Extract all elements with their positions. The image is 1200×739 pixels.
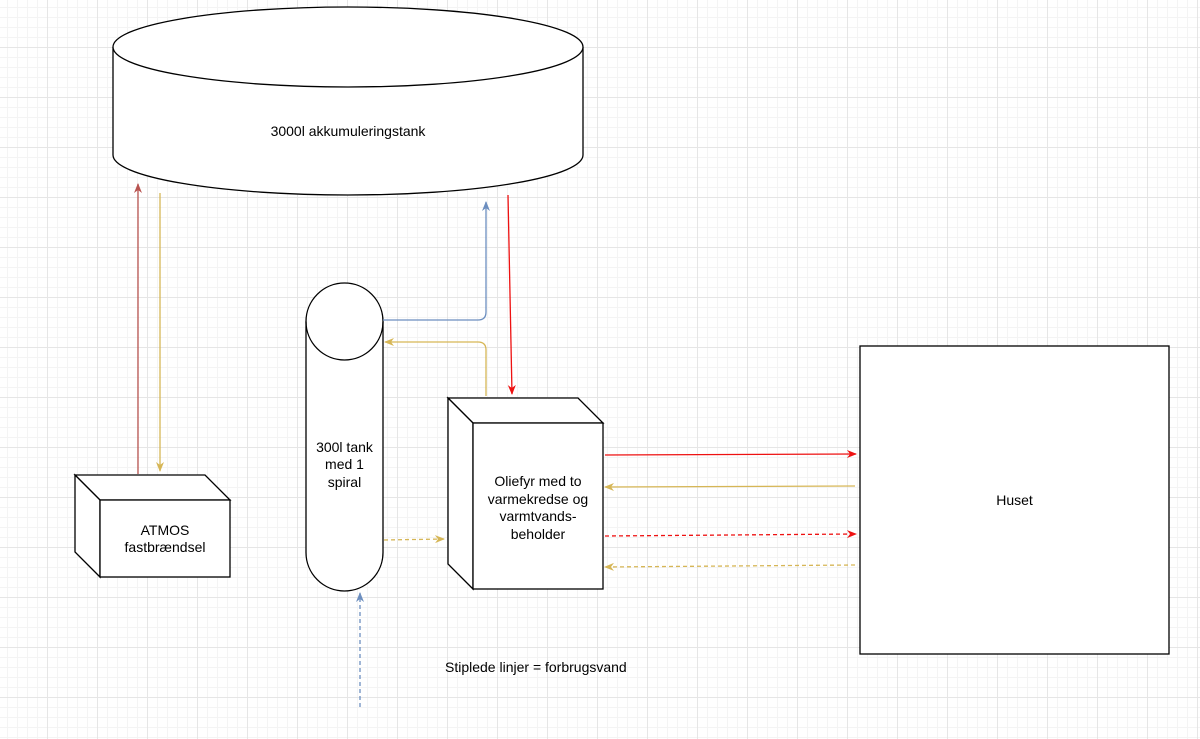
accumulation-tank-shape[interactable]: [112, 6, 584, 196]
house-to-boiler-domestic-return-arrow: [604, 562, 856, 571]
diagram-canvas: [73, 6, 1170, 707]
tank300-to-boiler-domestic-arrow: [383, 535, 445, 544]
house-label: Huset: [996, 492, 1033, 509]
legend-note: Stiplede linjer = forbrugsvand: [445, 659, 627, 676]
accumulation-tank-label: 3000l akkumuleringstank: [270, 123, 426, 140]
house-to-boiler-return-arrow: [604, 482, 856, 491]
accumulation-to-boiler-arrow: [507, 194, 516, 395]
oil-boiler-label: Oliefyr med to varmekredse og varmtvands…: [487, 473, 589, 542]
atmos-label: ATMOS fastbrændsel: [124, 521, 206, 556]
tank300-to-accumulation-arrow: [383, 201, 490, 321]
boiler-to-tank300-arrow: [384, 338, 487, 396]
boiler-to-house-domestic-arrow: [604, 530, 857, 539]
boiler-to-house-supply-arrow: [604, 450, 857, 459]
tank-300-label: 300l tank med 1 spiral: [316, 438, 373, 490]
